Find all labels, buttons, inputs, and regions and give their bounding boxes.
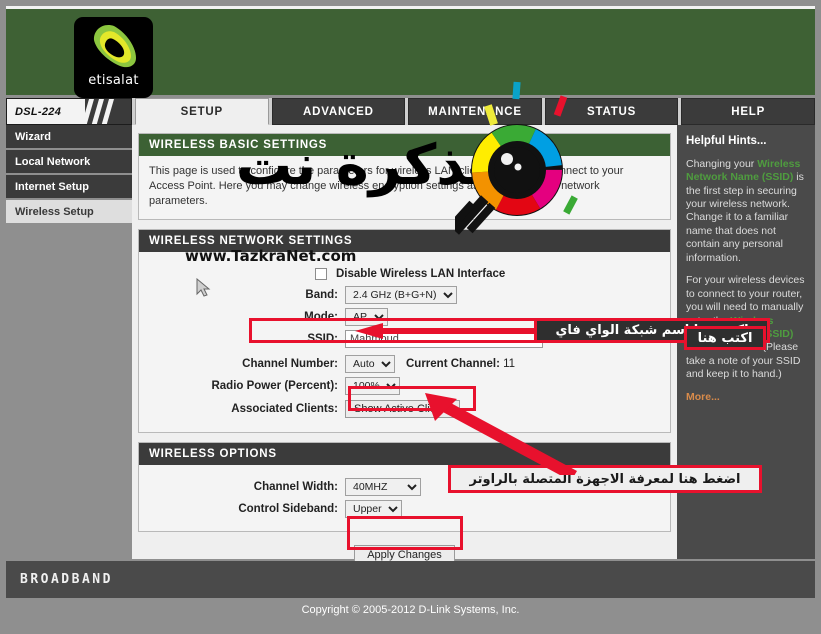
etisalat-logo: etisalat — [74, 17, 153, 98]
helpful-hints-more-link[interactable]: More... — [686, 391, 806, 404]
confetti-blue — [512, 81, 521, 100]
tab-maintenance[interactable]: MAINTENANCE — [408, 98, 542, 125]
helpful-hints-paragraph-1: Changing your Wireless Network Name (SSI… — [686, 158, 806, 266]
router-admin-screenshot: etisalat DSL-224 SETUP ADVANCED MAINTENA… — [0, 0, 821, 634]
sidebar: Wizard Local Network Internet Setup Wire… — [6, 125, 132, 559]
channel-width-select[interactable]: 40MHZ — [345, 477, 421, 496]
current-channel-label: Current Channel: — [406, 357, 500, 370]
sidebar-item-internet-setup[interactable]: Internet Setup — [6, 175, 132, 200]
mode-label: Mode: — [304, 310, 338, 323]
tab-setup[interactable]: SETUP — [135, 98, 269, 125]
tab-help[interactable]: HELP — [681, 98, 815, 125]
radio-power-row: Radio Power (Percent): 100% — [149, 376, 660, 395]
control-sideband-row: Control Sideband: Upper — [149, 499, 660, 518]
ssid-input[interactable] — [345, 329, 543, 348]
hint-annotation: اكتب هنا — [684, 326, 766, 350]
clients-annotation: اضغط هنا لمعرفة الاجهزة المتصلة بالراوتر — [448, 465, 762, 493]
mode-select[interactable]: AP — [345, 307, 388, 326]
band-select[interactable]: 2.4 GHz (B+G+N) — [345, 285, 457, 304]
sidebar-item-local-network[interactable]: Local Network — [6, 150, 132, 175]
associated-clients-label: Associated Clients: — [231, 402, 338, 415]
etisalat-banner: etisalat — [6, 6, 815, 98]
broadband-footer-bar: BROADBAND — [6, 561, 815, 598]
wireless-options-title: WIRELESS OPTIONS — [139, 442, 670, 465]
wireless-network-settings-title: WIRELESS NETWORK SETTINGS — [139, 229, 670, 252]
channel-number-label: Channel Number: — [242, 357, 338, 370]
helpful-hints-title: Helpful Hints... — [686, 135, 767, 147]
sidebar-item-wireless-setup[interactable]: Wireless Setup — [6, 200, 132, 225]
channel-width-label: Channel Width: — [253, 480, 338, 493]
hint-p1-part-a: Changing your — [686, 157, 758, 170]
associated-clients-row: Associated Clients: Show Active Clients — [149, 399, 660, 418]
etisalat-wordmark: etisalat — [88, 73, 139, 88]
main-tab-bar: DSL-224 SETUP ADVANCED MAINTENANCE STATU… — [6, 98, 815, 125]
etisalat-mark-icon — [88, 24, 140, 70]
tab-advanced[interactable]: ADVANCED — [271, 98, 406, 125]
radio-power-label: Radio Power (Percent): — [211, 379, 338, 392]
wireless-basic-settings-title: WIRELESS BASIC SETTINGS — [139, 134, 670, 156]
disable-wireless-row: Disable Wireless LAN Interface — [149, 267, 660, 280]
disable-wireless-label: Disable Wireless LAN Interface — [336, 267, 506, 280]
model-badge: DSL-224 — [6, 98, 132, 125]
current-channel-readout: Current Channel: 11 — [406, 358, 515, 370]
hint-annotation-text: اكتب هنا — [687, 329, 763, 347]
current-channel-value: 11 — [503, 357, 516, 370]
control-sideband-select[interactable]: Upper — [345, 499, 402, 518]
sidebar-item-wizard[interactable]: Wizard — [6, 125, 132, 150]
ssid-label: SSID: — [307, 332, 338, 345]
control-sideband-label: Control Sideband: — [238, 502, 338, 515]
clients-annotation-text: اضغط هنا لمعرفة الاجهزة المتصلة بالراوتر — [451, 468, 759, 490]
hint-p1-part-b: is the first step in securing your wirel… — [686, 171, 804, 264]
channel-number-select[interactable]: Auto — [345, 354, 395, 373]
copyright-text: Copyright © 2005-2012 D-Link Systems, In… — [301, 604, 520, 616]
show-active-clients-button[interactable]: Show Active Clients — [345, 399, 460, 418]
disable-wireless-checkbox[interactable] — [315, 267, 327, 280]
band-label: Band: — [305, 288, 338, 301]
band-row: Band: 2.4 GHz (B+G+N) — [149, 285, 660, 304]
radio-power-select[interactable]: 100% — [345, 376, 400, 395]
wireless-basic-settings-description: This page is used to configure the param… — [149, 165, 624, 207]
channel-number-row: Channel Number: Auto Current Channel: 11 — [149, 354, 660, 373]
wireless-basic-settings-panel: WIRELESS BASIC SETTINGS This page is use… — [138, 133, 671, 220]
model-name: DSL-224 — [15, 105, 62, 118]
